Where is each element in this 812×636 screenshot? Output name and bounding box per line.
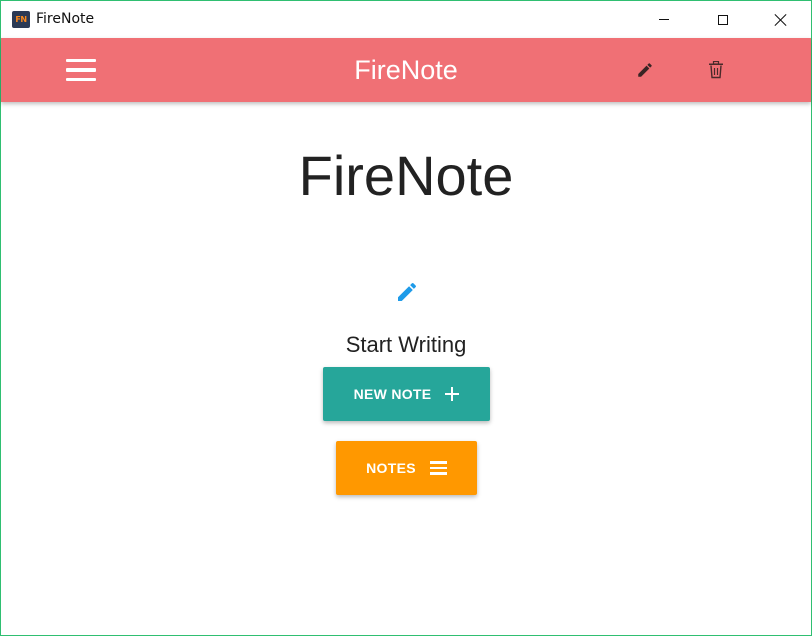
new-note-label: NEW NOTE <box>353 386 432 402</box>
window-title: FireNote <box>36 11 95 27</box>
close-icon <box>774 13 788 27</box>
app-bar-title: FireNote <box>354 55 458 85</box>
page-heading: FireNote <box>298 144 514 207</box>
edit-button[interactable] <box>631 56 659 84</box>
minimize-icon <box>659 19 669 20</box>
notes-button[interactable]: NOTES <box>336 441 477 495</box>
app-window: FN FireNote FireNote FireNote Start Writ… <box>0 0 812 636</box>
delete-button[interactable] <box>702 56 730 84</box>
minimize-button[interactable] <box>641 1 687 38</box>
menu-icon-bar <box>66 77 96 82</box>
notes-label: NOTES <box>366 460 416 476</box>
menu-icon <box>66 58 96 63</box>
menu-icon-bar <box>66 68 96 72</box>
plus-icon <box>445 387 460 401</box>
app-icon-text: FN <box>15 15 27 24</box>
pencil-icon <box>398 282 417 301</box>
maximize-icon <box>718 14 728 25</box>
menu-button[interactable] <box>63 54 99 86</box>
list-icon <box>429 461 447 475</box>
pencil-icon <box>638 63 652 77</box>
maximize-button[interactable] <box>700 1 746 38</box>
trash-icon <box>709 61 723 79</box>
close-button[interactable] <box>758 1 804 38</box>
app-icon: FN <box>12 11 30 28</box>
start-writing-label: Start Writing <box>345 332 467 357</box>
window-titlebar[interactable]: FN FireNote <box>1 1 811 38</box>
app-bar: FireNote <box>1 38 811 102</box>
new-note-button[interactable]: NEW NOTE <box>323 367 490 421</box>
